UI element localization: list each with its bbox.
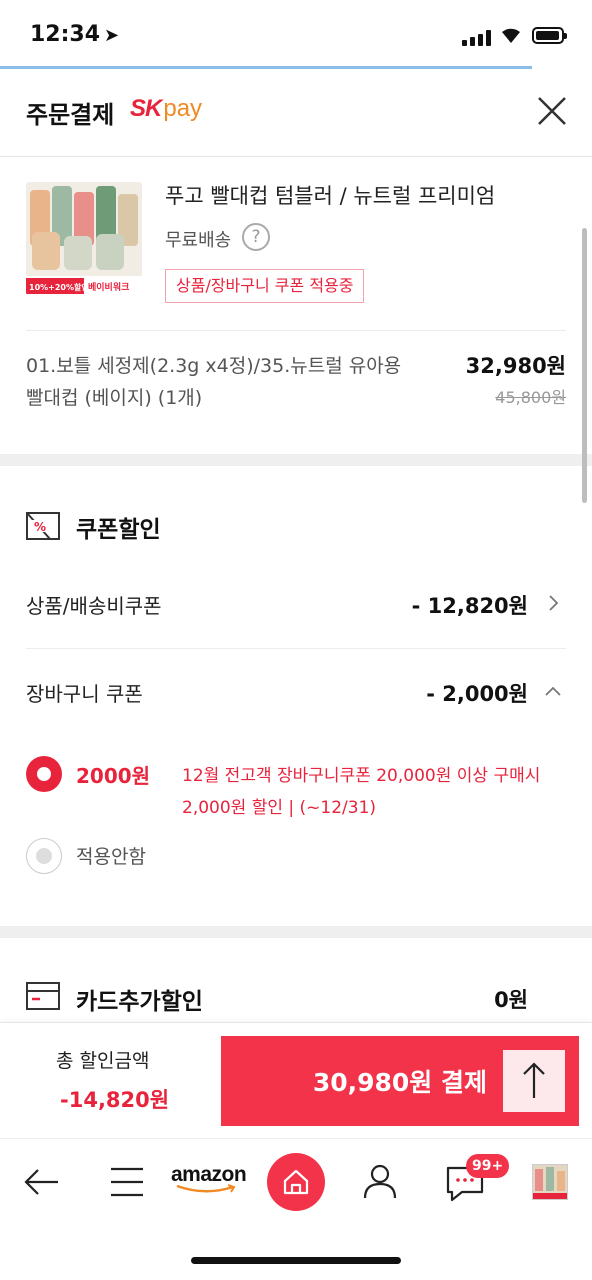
back-arrow-icon[interactable] [22,1154,62,1210]
coupon-option-radio-none[interactable] [26,838,62,874]
home-indicator [191,1257,401,1264]
recent-product-image [533,1165,567,1199]
chat-badge: 99+ [466,1154,510,1178]
total-discount-amount: -14,820원 [60,1088,170,1112]
svg-text:베이비워크: 베이비워크 [88,281,129,293]
home-icon [283,1169,309,1195]
product-shipping-coupon-value[interactable]: - 12,820원 [412,590,528,620]
close-button[interactable] [536,95,568,127]
section-divider [0,926,592,938]
wifi-icon [502,28,520,43]
page-header: 주문결제 SKpay [0,69,592,157]
status-bar: 12:34 ➤ [0,0,592,68]
pay-button-label: 30,980원 결제 [312,1068,487,1097]
home-button[interactable] [267,1153,325,1211]
product-shipping-coupon-label[interactable]: 상품/배송비쿠폰 [26,590,162,619]
svg-text:10%+20%할인: 10%+20%할인 [29,282,89,292]
product-option: 01.보틀 세정제(2.3g x4정)/35.뉴트럴 유아용 빨대컵 (베이지)… [26,355,402,409]
coupon-icon: % [26,512,60,540]
svg-text:%: % [34,520,46,534]
original-price: 45,800원 [495,388,566,407]
coupon-applied-tag: 상품/장바구니 쿠폰 적용중 [165,269,365,303]
coupon-section-title: 쿠폰할인 [76,517,161,543]
divider [26,330,566,331]
product-image: 10%+20%할인 베이비워크 [26,182,142,296]
shipping-label: 무료배송 [165,230,232,251]
coupon-option-radio-selected[interactable] [26,756,62,792]
divider [26,648,566,649]
coupon-option-description: 12월 전고객 장바구니쿠폰 20,000원 이상 구매시 2,000원 할인 … [182,766,541,818]
product-thumbnail[interactable]: 10%+20%할인 베이비워크 [26,182,142,296]
cart-coupon-label[interactable]: 장바구니 쿠폰 [26,678,143,707]
coupon-option-label[interactable]: 2000원 [76,760,150,789]
scroll-top-button[interactable] [503,1050,565,1112]
scrollbar[interactable] [582,228,587,503]
coupon-option-none-label[interactable]: 적용안함 [76,842,146,869]
amazon-smile-icon [176,1184,236,1193]
total-discount-label: 총 할인금액 [56,1050,150,1072]
product-price: 32,980원 [465,354,566,378]
recent-product-thumbnail[interactable] [532,1164,568,1200]
pay-button[interactable]: 30,980원 결제 [221,1036,579,1126]
menu-icon[interactable] [110,1154,144,1210]
arrow-up-icon [523,1062,545,1098]
status-time: 12:34 ➤ [30,22,120,47]
page-title: 주문결제 [26,101,115,129]
chevron-right-icon[interactable] [544,594,562,612]
amazon-logo[interactable]: amazon [171,1163,247,1193]
cellular-signal-icon [462,30,492,46]
section-divider [0,454,592,466]
sk-pay-logo: SKpay [130,95,203,122]
card-discount-title: 카드추가할인 [76,989,203,1015]
battery-icon [532,27,567,44]
user-icon[interactable] [362,1154,398,1210]
card-discount-value: 0원 [494,988,528,1012]
location-arrow-icon: ➤ [104,25,120,46]
product-name[interactable]: 푸고 빨대컵 텀블러 / 뉴트럴 프리미엄 [165,180,495,210]
cart-coupon-value[interactable]: - 2,000원 [426,678,528,708]
help-icon[interactable]: ? [242,223,270,251]
chevron-up-icon[interactable] [544,682,562,700]
card-icon [26,982,60,1010]
